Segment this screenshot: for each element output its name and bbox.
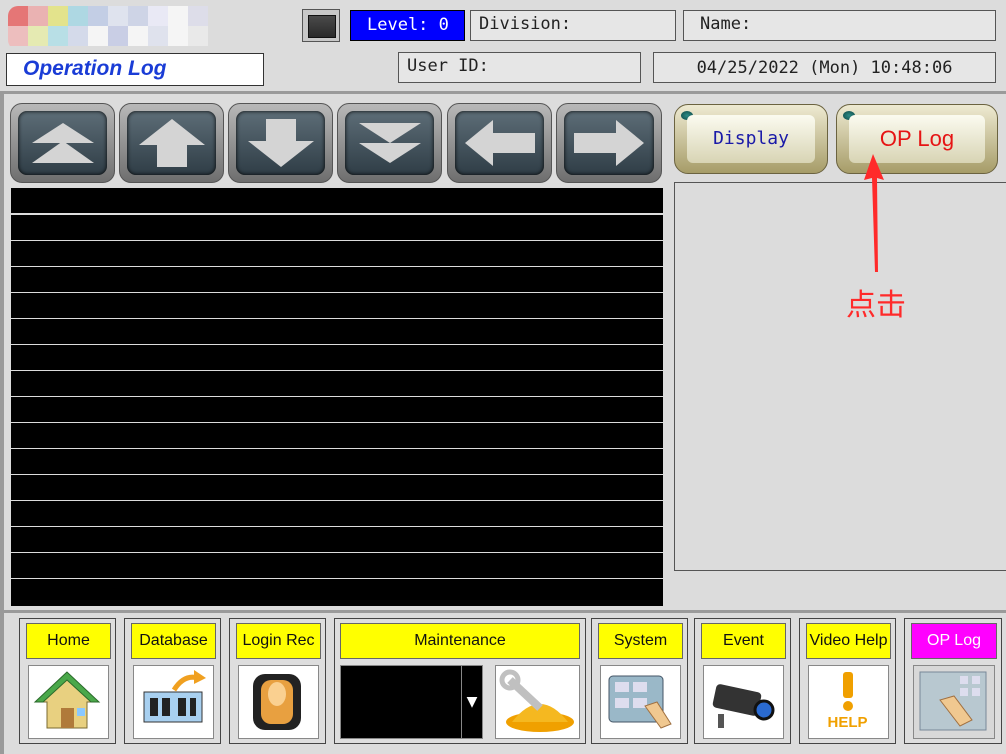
division-field: Division: (470, 10, 676, 41)
log-list[interactable] (11, 188, 663, 606)
scroll-up-button[interactable] (119, 103, 224, 183)
camera-icon (703, 665, 784, 739)
log-row[interactable] (11, 215, 663, 240)
help-icon: HELP (808, 665, 889, 739)
status-indicator (302, 9, 340, 42)
nav-op-log[interactable]: OP Log (904, 618, 1002, 744)
detail-panel (674, 182, 1006, 571)
nav-event-label: Event (701, 623, 786, 659)
datetime-display: 04/25/2022 (Mon) 10:48:06 (653, 52, 996, 83)
maintenance-select[interactable]: ▼ (340, 665, 483, 739)
log-row[interactable] (11, 449, 663, 474)
log-row[interactable] (11, 579, 663, 606)
name-field: Name: (683, 10, 996, 41)
chevron-down-icon[interactable]: ▼ (461, 666, 482, 738)
scroll-left-button[interactable] (447, 103, 552, 183)
nav-video-help[interactable]: Video Help HELP (799, 618, 896, 744)
database-icon (133, 665, 214, 739)
left-border (0, 91, 4, 754)
nav-home[interactable]: Home (19, 618, 116, 744)
scroll-right-button[interactable] (556, 103, 662, 183)
log-row[interactable] (11, 527, 663, 552)
nav-database[interactable]: Database (124, 618, 221, 744)
annotation-text: 点击 (846, 288, 906, 323)
fingerprint-login-icon (238, 665, 319, 739)
log-row[interactable] (11, 553, 663, 578)
left-arrow-icon (464, 120, 535, 166)
log-row[interactable] (11, 397, 663, 422)
nav-login-rec[interactable]: Login Rec (229, 618, 326, 744)
log-row[interactable] (11, 371, 663, 396)
annotation-arrow-icon (864, 154, 884, 272)
log-row[interactable] (11, 501, 663, 526)
wrench-tools-icon (495, 665, 580, 739)
double-down-arrow-icon (358, 123, 421, 163)
user-id-field: User ID: (398, 52, 641, 83)
bottom-nav-divider (0, 610, 1006, 613)
nav-event[interactable]: Event (694, 618, 791, 744)
log-row[interactable] (11, 188, 663, 213)
double-up-arrow-icon (31, 123, 94, 163)
nav-video-help-label: Video Help (806, 623, 891, 659)
log-row[interactable] (11, 267, 663, 292)
page-title: Operation Log (6, 53, 264, 86)
log-row[interactable] (11, 345, 663, 370)
log-row[interactable] (11, 475, 663, 500)
nav-database-label: Database (131, 623, 216, 659)
display-button[interactable]: Display (674, 104, 828, 174)
header-divider (0, 91, 1006, 94)
log-row[interactable] (11, 423, 663, 448)
house-icon (28, 665, 109, 739)
down-arrow-icon (247, 119, 314, 167)
nav-op-log-label: OP Log (911, 623, 997, 659)
display-button-label: Display (687, 115, 815, 163)
nav-maintenance[interactable]: Maintenance ▼ (334, 618, 586, 744)
help-icon-label: HELP (827, 714, 868, 731)
blurred-logo (8, 6, 222, 50)
log-row[interactable] (11, 293, 663, 318)
nav-login-rec-label: Login Rec (236, 623, 321, 659)
page-top-button[interactable] (10, 103, 115, 183)
nav-system[interactable]: System (591, 618, 688, 744)
log-row[interactable] (11, 319, 663, 344)
level-badge: Level: 0 (350, 10, 465, 41)
nav-system-label: System (598, 623, 683, 659)
control-panel-icon (600, 665, 681, 739)
up-arrow-icon (138, 119, 205, 167)
scroll-down-button[interactable] (228, 103, 333, 183)
keypad-hand-icon (913, 665, 995, 739)
nav-home-label: Home (26, 623, 111, 659)
nav-maintenance-label: Maintenance (340, 623, 580, 659)
page-bottom-button[interactable] (337, 103, 442, 183)
right-arrow-icon (574, 120, 644, 166)
log-row[interactable] (11, 241, 663, 266)
